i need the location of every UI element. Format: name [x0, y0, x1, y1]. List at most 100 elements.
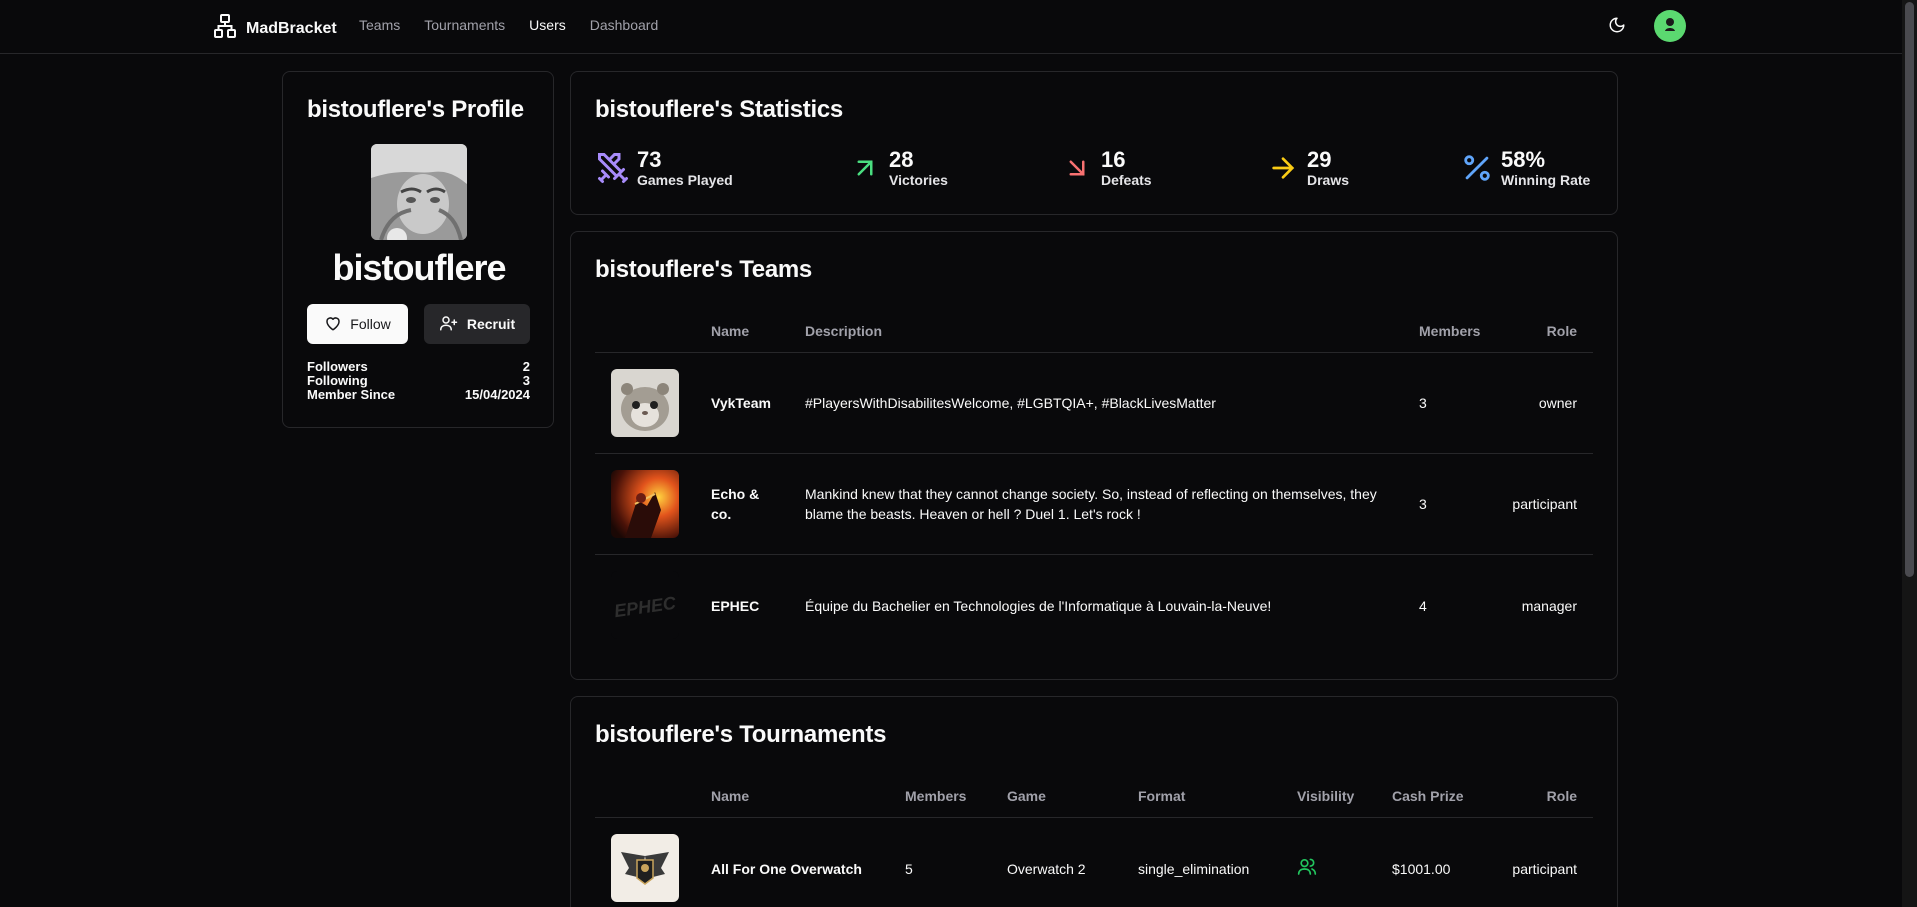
team-name[interactable]: Echo & co. [711, 484, 781, 524]
team-members: 4 [1419, 597, 1427, 614]
heart-icon [324, 314, 342, 335]
profile-username: bistouflere [332, 247, 506, 288]
arrow-right-icon [1265, 150, 1301, 186]
team-logo-ephec: EPHEC [611, 571, 679, 639]
recruit-button[interactable]: Recruit [424, 304, 530, 344]
team-row[interactable]: VykTeam #PlayersWithDisabilitesWelcome, … [595, 353, 1593, 454]
col-format: Format [1138, 788, 1186, 804]
member-since-value: 15/04/2024 [464, 387, 530, 402]
profile-title: bistouflere's Profile [307, 96, 524, 123]
team-description: #PlayersWithDisabilitesWelcome, #LGBTQIA… [805, 395, 1216, 411]
arrow-down-right-icon [1059, 150, 1095, 186]
profile-picture [371, 144, 467, 240]
tournaments-table-header: Name Members Game Format Visibility Cash… [595, 773, 1593, 818]
col-cash-prize: Cash Prize [1392, 788, 1464, 804]
team-logo-vykteam [611, 369, 679, 437]
teams-card: bistouflere's Teams Name Description Mem… [570, 231, 1618, 680]
user-avatar-button[interactable] [1654, 10, 1686, 42]
defeats-label: Defeats [1101, 172, 1152, 188]
statistics-title: bistouflere's Statistics [595, 96, 843, 123]
col-role: Role [1546, 788, 1577, 804]
scrollbar-thumb[interactable] [1905, 2, 1914, 577]
games-played-value: 73 [637, 147, 662, 172]
nav-link-tournaments[interactable]: Tournaments [424, 17, 505, 33]
nav-link-users[interactable]: Users [529, 17, 566, 33]
winning-rate-value: 58% [1501, 147, 1546, 172]
avatar-silhouette-icon [1662, 16, 1678, 37]
following-label: Following [307, 373, 368, 388]
brand-link[interactable]: MadBracket [213, 13, 337, 44]
stat-victories: 28 Victories [847, 148, 948, 188]
team-logo-echo [611, 470, 679, 538]
follow-button[interactable]: Follow [307, 304, 408, 344]
team-row[interactable]: Echo & co. Mankind knew that they cannot… [595, 454, 1593, 555]
team-members: 3 [1419, 395, 1427, 411]
team-role: manager [1521, 597, 1577, 614]
followers-value: 2 [522, 359, 530, 374]
tournaments-card: bistouflere's Tournaments Name Members G… [570, 696, 1618, 907]
swords-icon [595, 150, 631, 186]
defeats-value: 16 [1101, 147, 1126, 172]
nav-link-dashboard[interactable]: Dashboard [590, 17, 659, 33]
col-name: Name [711, 788, 750, 804]
team-description: Équipe du Bachelier en Technologies de l… [805, 597, 1272, 614]
followers-label: Followers [307, 359, 368, 374]
team-description: Mankind knew that they cannot change soc… [805, 486, 1377, 522]
tournament-cash-prize: $1001.00 [1392, 860, 1451, 877]
col-role: Role [1546, 323, 1577, 339]
stat-games-played: 73 Games Played [595, 148, 733, 188]
team-role: participant [1512, 496, 1577, 512]
page-scrollbar[interactable] [1902, 0, 1917, 907]
teams-table: Name Description Members Role VykTeam #P… [595, 308, 1593, 656]
tournaments-table: Name Members Game Format Visibility Cash… [595, 773, 1593, 907]
follow-label: Follow [350, 316, 391, 332]
tournament-format: single_elimination [1138, 860, 1250, 877]
users-icon [1297, 856, 1317, 881]
moon-icon [1608, 16, 1626, 39]
teams-table-header: Name Description Members Role [595, 308, 1593, 353]
nav-link-teams[interactable]: Teams [359, 17, 400, 33]
games-played-label: Games Played [637, 172, 733, 188]
tournaments-title: bistouflere's Tournaments [595, 721, 887, 748]
draws-value: 29 [1307, 147, 1332, 172]
col-members: Members [905, 788, 967, 804]
tournament-name[interactable]: All For One Overwatch [711, 859, 862, 879]
team-name[interactable]: EPHEC [711, 596, 759, 616]
profile-card: bistouflere's Profile bistouflere Follow… [282, 71, 554, 428]
network-logo-icon [213, 13, 237, 44]
tournament-game: Overwatch 2 [1007, 860, 1086, 877]
followers-row: Followers 2 [307, 360, 530, 374]
nav-links: Teams Tournaments Users Dashboard [359, 17, 658, 33]
tournament-role: participant [1512, 860, 1577, 877]
col-game: Game [1007, 788, 1046, 804]
percent-icon [1459, 150, 1495, 186]
col-name: Name [711, 323, 750, 339]
tournament-row[interactable]: All For One Overwatch 5 Overwatch 2 sing… [595, 818, 1593, 907]
winning-rate-label: Winning Rate [1501, 172, 1591, 188]
team-name[interactable]: VykTeam [711, 393, 771, 413]
stat-winning-rate: 58% Winning Rate [1459, 148, 1590, 188]
profile-stat-list: Followers 2 Following 3 Member Since 15/… [307, 360, 530, 402]
draws-label: Draws [1307, 172, 1350, 188]
tournament-logo [611, 834, 679, 902]
theme-toggle-button[interactable] [1604, 14, 1630, 40]
recruit-label: Recruit [466, 316, 516, 332]
member-since-label: Member Since [307, 387, 396, 402]
victories-value: 28 [889, 147, 914, 172]
member-since-row: Member Since 15/04/2024 [307, 388, 530, 402]
top-navbar: MadBracket Teams Tournaments Users Dashb… [0, 0, 1902, 54]
col-members: Members [1419, 323, 1481, 339]
team-role: owner [1538, 395, 1577, 411]
statistics-card: bistouflere's Statistics 73 Games Played… [570, 71, 1618, 215]
tournament-members: 5 [905, 860, 913, 877]
following-value: 3 [522, 373, 530, 388]
team-row[interactable]: EPHEC EPHEC Équipe du Bachelier en Techn… [595, 555, 1593, 656]
arrow-up-right-icon [847, 150, 883, 186]
teams-title: bistouflere's Teams [595, 256, 812, 283]
team-members: 3 [1419, 496, 1427, 512]
stat-draws: 29 Draws [1265, 148, 1349, 188]
user-plus-icon [439, 314, 459, 335]
victories-label: Victories [889, 172, 948, 188]
col-description: Description [805, 323, 883, 339]
stat-defeats: 16 Defeats [1059, 148, 1152, 188]
